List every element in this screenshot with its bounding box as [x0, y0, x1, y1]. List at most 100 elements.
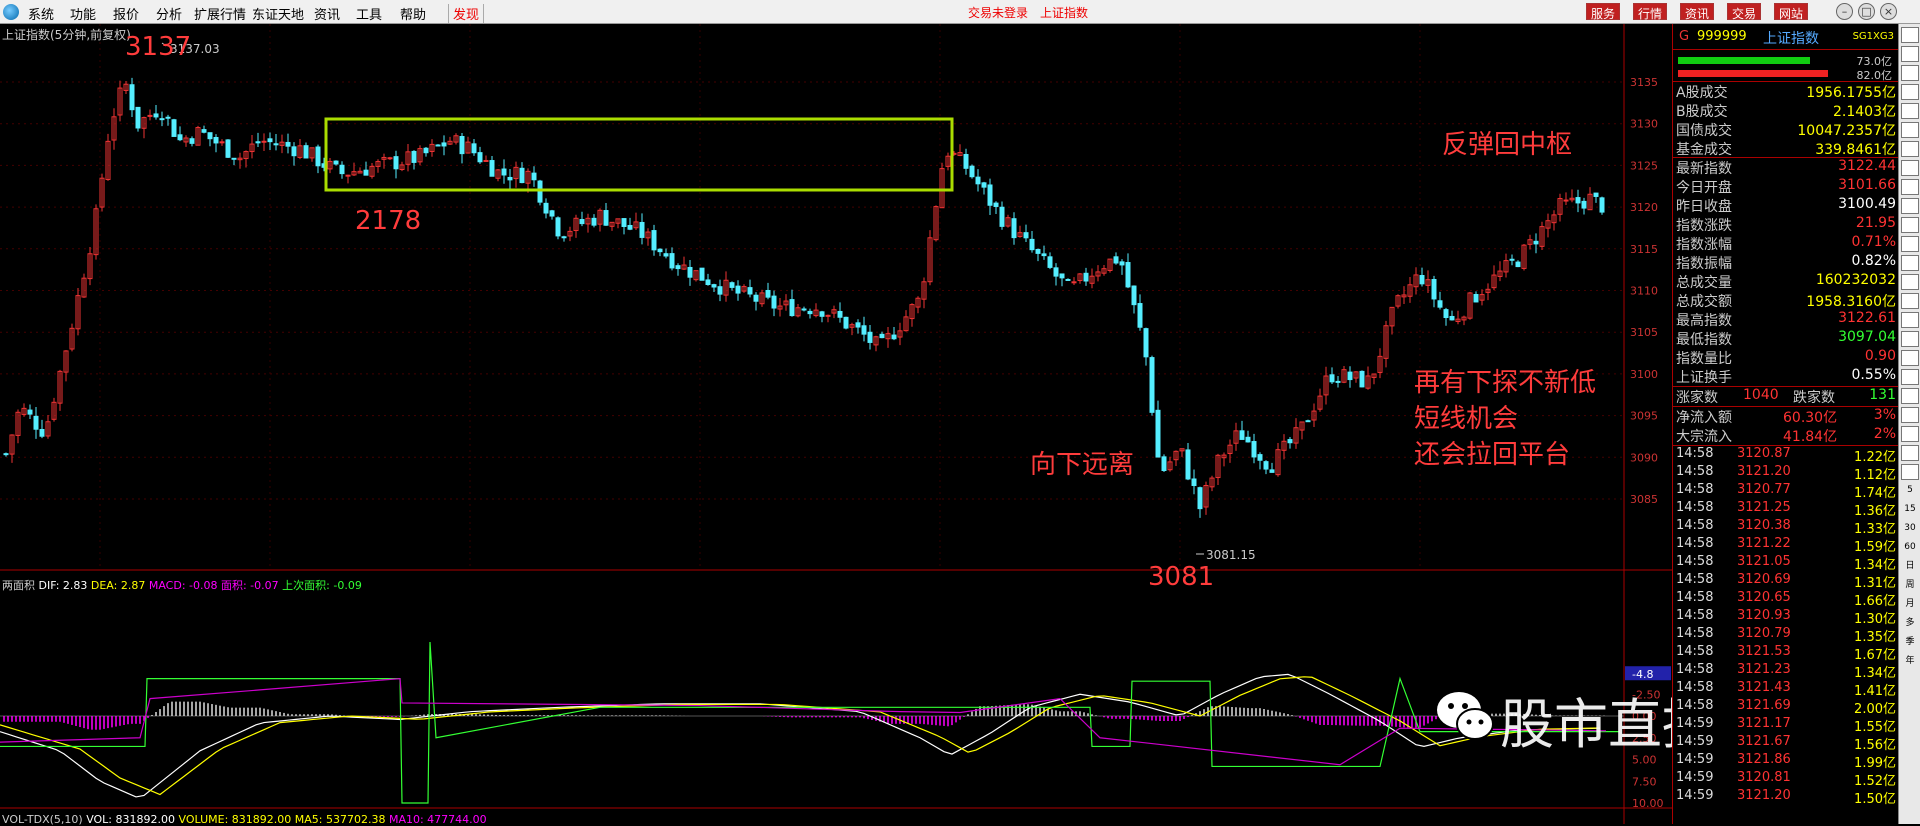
tick-row[interactable]: 14:58 3121.23 1.34亿: [1673, 662, 1900, 681]
stat-value: 3101.66: [1838, 177, 1896, 193]
side-tool-icon[interactable]: [1901, 122, 1919, 138]
tick-row[interactable]: 14:58 3121.69 2.00亿: [1673, 698, 1900, 717]
trade-button[interactable]: 交易: [1727, 3, 1762, 21]
side-tool-icon[interactable]: [1901, 445, 1919, 461]
side-tool-icon[interactable]: [1901, 388, 1919, 404]
side-tool-icon[interactable]: [1901, 65, 1919, 81]
side-tool-icon[interactable]: [1901, 141, 1919, 157]
tick-row[interactable]: 14:58 3121.22 1.59亿: [1673, 536, 1900, 555]
tick-price: 3121.69: [1737, 698, 1791, 713]
tick-row[interactable]: 14:59 3120.81 1.52亿: [1673, 770, 1900, 789]
tick-time: 14:58: [1676, 446, 1714, 461]
tick-row[interactable]: 14:58 3120.65 1.66亿: [1673, 590, 1900, 609]
minimize-icon[interactable]: –: [1836, 3, 1853, 20]
candle-down: [1023, 232, 1029, 239]
candle-down: [1059, 273, 1065, 279]
period-button[interactable]: 15: [1901, 502, 1919, 518]
tick-amount: 1.30亿: [1854, 612, 1896, 627]
candle-down: [879, 333, 885, 339]
side-tool-icon[interactable]: [1901, 103, 1919, 119]
menu-discover[interactable]: 发现: [448, 4, 485, 23]
tick-row[interactable]: 14:59 3121.17 1.55亿: [1673, 716, 1900, 735]
period-button[interactable]: 60: [1901, 540, 1919, 556]
tick-row[interactable]: 14:58 3121.43 1.41亿: [1673, 680, 1900, 699]
login-status[interactable]: 交易未登录: [968, 4, 1028, 21]
period-button[interactable]: 周: [1901, 578, 1919, 594]
tick-row[interactable]: 14:58 3120.93 1.30亿: [1673, 608, 1900, 627]
tick-row[interactable]: 14:59 3121.86 1.99亿: [1673, 752, 1900, 771]
wechat-icon: [1437, 692, 1494, 740]
candle-down: [963, 153, 969, 169]
side-tool-icon[interactable]: [1901, 160, 1919, 176]
market-button[interactable]: 行情: [1633, 3, 1668, 21]
side-tool-icon[interactable]: [1901, 84, 1919, 100]
candle-down: [1047, 256, 1053, 268]
side-tool-icon[interactable]: [1901, 293, 1919, 309]
candle-down: [135, 106, 141, 129]
candle-down: [1359, 370, 1365, 388]
tick-row[interactable]: 14:58 3120.69 1.31亿: [1673, 572, 1900, 591]
tick-row[interactable]: 14:59 3121.20 1.50亿: [1673, 788, 1900, 807]
menu-help[interactable]: 帮助: [400, 4, 426, 23]
period-button[interactable]: 30: [1901, 521, 1919, 537]
period-button[interactable]: 月: [1901, 597, 1919, 613]
side-tool-icon[interactable]: [1901, 331, 1919, 347]
panel-g-label: G: [1679, 29, 1690, 44]
period-button[interactable]: 年: [1901, 654, 1919, 670]
candle-down: [411, 150, 417, 163]
period-button[interactable]: 多: [1901, 616, 1919, 632]
volume-header: VOL-TDX(5,10) VOL: 831892.00 VOLUME: 831…: [2, 813, 487, 826]
stat-value: 0.82%: [1851, 253, 1896, 269]
period-button[interactable]: 日: [1901, 559, 1919, 575]
price-tick: 3120: [1630, 201, 1658, 214]
candle-down: [669, 253, 675, 269]
period-button[interactable]: 季: [1901, 635, 1919, 651]
side-tool-icon[interactable]: [1901, 369, 1919, 385]
tick-row[interactable]: 14:58 3120.38 1.33亿: [1673, 518, 1900, 537]
tick-row[interactable]: 14:58 3120.77 1.74亿: [1673, 482, 1900, 501]
menu-analysis[interactable]: 分析: [156, 4, 182, 23]
candle-down: [153, 113, 159, 118]
menu-function[interactable]: 功能: [70, 4, 96, 23]
period-button[interactable]: 5: [1901, 483, 1919, 499]
side-tool-icon[interactable]: [1901, 236, 1919, 252]
menu-extended-market[interactable]: 扩展行情: [194, 4, 246, 23]
chart-area[interactable]: 3135 3130 3125 3120 3115 3110 3105 3100 3095 3090…: [0, 24, 1672, 826]
side-tool-icon[interactable]: [1901, 217, 1919, 233]
website-button[interactable]: 网站: [1774, 3, 1809, 21]
side-tool-icon[interactable]: [1901, 179, 1919, 195]
side-tool-icon[interactable]: [1901, 426, 1919, 442]
candle-down: [705, 279, 711, 286]
stat-row: 昨日收盘 3100.49: [1673, 196, 1900, 215]
side-tool-icon[interactable]: [1901, 255, 1919, 271]
candle-down: [501, 168, 507, 176]
candle-down: [771, 295, 777, 309]
menu-dongzheng[interactable]: 东证天地: [252, 4, 304, 23]
flow-label: 净流入额: [1676, 410, 1732, 426]
side-tool-icon[interactable]: [1901, 407, 1919, 423]
side-tool-icon[interactable]: [1901, 198, 1919, 214]
side-tool-icon[interactable]: [1901, 464, 1919, 480]
side-tool-icon[interactable]: [1901, 312, 1919, 328]
tick-row[interactable]: 14:59 3121.67 1.56亿: [1673, 734, 1900, 753]
tick-row[interactable]: 14:58 3121.53 1.67亿: [1673, 644, 1900, 663]
menu-system[interactable]: 系统: [28, 4, 54, 23]
candle-down: [1515, 261, 1521, 268]
close-icon[interactable]: ×: [1880, 3, 1897, 20]
service-button[interactable]: 服务: [1586, 3, 1621, 21]
news-button[interactable]: 资讯: [1680, 3, 1715, 21]
side-tool-icon[interactable]: [1901, 350, 1919, 366]
tick-row[interactable]: 14:58 3121.25 1.36亿: [1673, 500, 1900, 519]
menu-info[interactable]: 资讯: [314, 4, 340, 23]
side-tool-icon[interactable]: [1901, 46, 1919, 62]
tick-row[interactable]: 14:58 3120.87 1.22亿: [1673, 446, 1900, 465]
side-tool-icon[interactable]: [1901, 27, 1919, 43]
side-tool-icon[interactable]: [1901, 274, 1919, 290]
tick-list[interactable]: 14:58 3120.87 1.22亿 14:58 3121.20 1.12亿 14:58 3…: [1673, 446, 1900, 807]
menu-tools[interactable]: 工具: [356, 4, 382, 23]
tick-row[interactable]: 14:58 3121.20 1.12亿: [1673, 464, 1900, 483]
tick-row[interactable]: 14:58 3121.05 1.34亿: [1673, 554, 1900, 573]
restore-icon[interactable]: □: [1858, 3, 1875, 20]
tick-row[interactable]: 14:58 3120.79 1.35亿: [1673, 626, 1900, 645]
menu-quote[interactable]: 报价: [113, 4, 139, 23]
